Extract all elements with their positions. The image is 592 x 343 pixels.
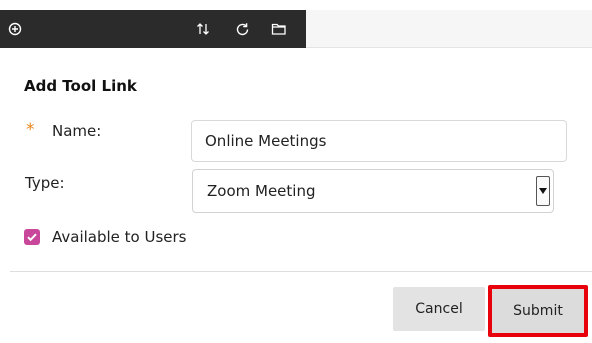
folder-icon[interactable]: [267, 10, 291, 48]
name-input[interactable]: [191, 120, 567, 162]
cancel-button[interactable]: Cancel: [393, 287, 485, 331]
type-selected-value: Zoom Meeting: [207, 182, 316, 200]
checkmark-icon: [27, 233, 37, 242]
toolbar-empty-area: [306, 10, 592, 48]
plus-circle-icon[interactable]: [2, 10, 28, 48]
available-label[interactable]: Available to Users: [52, 228, 187, 246]
available-checkbox[interactable]: [24, 229, 40, 245]
type-label: Type:: [25, 174, 65, 192]
name-label: Name:: [52, 122, 102, 140]
divider: [10, 271, 592, 272]
toolbar: [0, 10, 306, 48]
chevron-down-icon[interactable]: [536, 176, 550, 206]
submit-button[interactable]: Submit: [488, 285, 588, 337]
page-title: Add Tool Link: [24, 77, 137, 95]
required-marker: *: [26, 120, 35, 140]
sort-arrows-icon[interactable]: [192, 10, 214, 48]
refresh-icon[interactable]: [230, 10, 254, 48]
type-select[interactable]: Zoom Meeting: [192, 169, 554, 213]
